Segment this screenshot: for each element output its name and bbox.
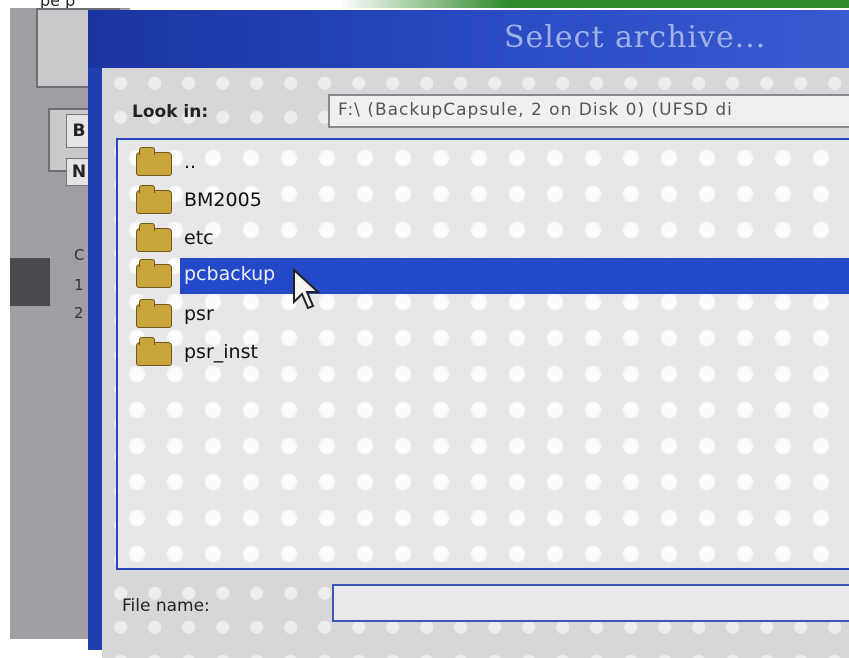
list-item-label: etc — [184, 227, 214, 249]
list-item-label: psr — [184, 303, 214, 325]
list-item-label: psr_inst — [184, 341, 258, 363]
list-item-psr-inst[interactable]: psr_inst — [136, 336, 836, 372]
look-in-label: Look in: — [132, 102, 209, 122]
list-item-parent[interactable]: .. — [136, 146, 836, 182]
background-row-label: C — [74, 246, 85, 264]
dialog-titlebar[interactable]: Select archive... — [88, 10, 849, 68]
dialog-body: Look in: F:\ (BackupCapsule, 2 on Disk 0… — [102, 68, 849, 658]
folder-icon — [136, 259, 172, 288]
list-item-label: .. — [184, 151, 197, 173]
list-item-label: pcbackup — [184, 263, 276, 285]
list-item-etc[interactable]: etc — [136, 222, 836, 258]
list-item-pcbackup[interactable]: pcbackup — [136, 258, 849, 294]
background-row-label: 2 — [74, 304, 84, 322]
background-dark-bar — [10, 258, 50, 306]
select-archive-dialog: Select archive... Look in: F:\ (BackupCa… — [88, 10, 849, 658]
folder-icon — [136, 337, 172, 366]
file-name-label: File name: — [122, 596, 210, 616]
selection-highlight — [180, 258, 849, 294]
file-list[interactable]: .. BM2005 etc pcbackup psr psr_inst — [116, 138, 849, 570]
background-row-label: 1 — [74, 276, 84, 294]
photo-top-border — [0, 0, 849, 8]
look-in-dropdown[interactable]: F:\ (BackupCapsule, 2 on Disk 0) (UFSD d… — [328, 94, 849, 128]
folder-icon — [136, 299, 172, 328]
dialog-title: Select archive... — [504, 20, 767, 55]
file-name-input[interactable] — [332, 584, 849, 622]
list-item-psr[interactable]: psr — [136, 298, 836, 334]
list-item-label: BM2005 — [184, 189, 262, 211]
folder-icon — [136, 185, 172, 214]
list-item-bm2005[interactable]: BM2005 — [136, 184, 836, 220]
folder-icon — [136, 223, 172, 252]
folder-icon — [136, 147, 172, 176]
